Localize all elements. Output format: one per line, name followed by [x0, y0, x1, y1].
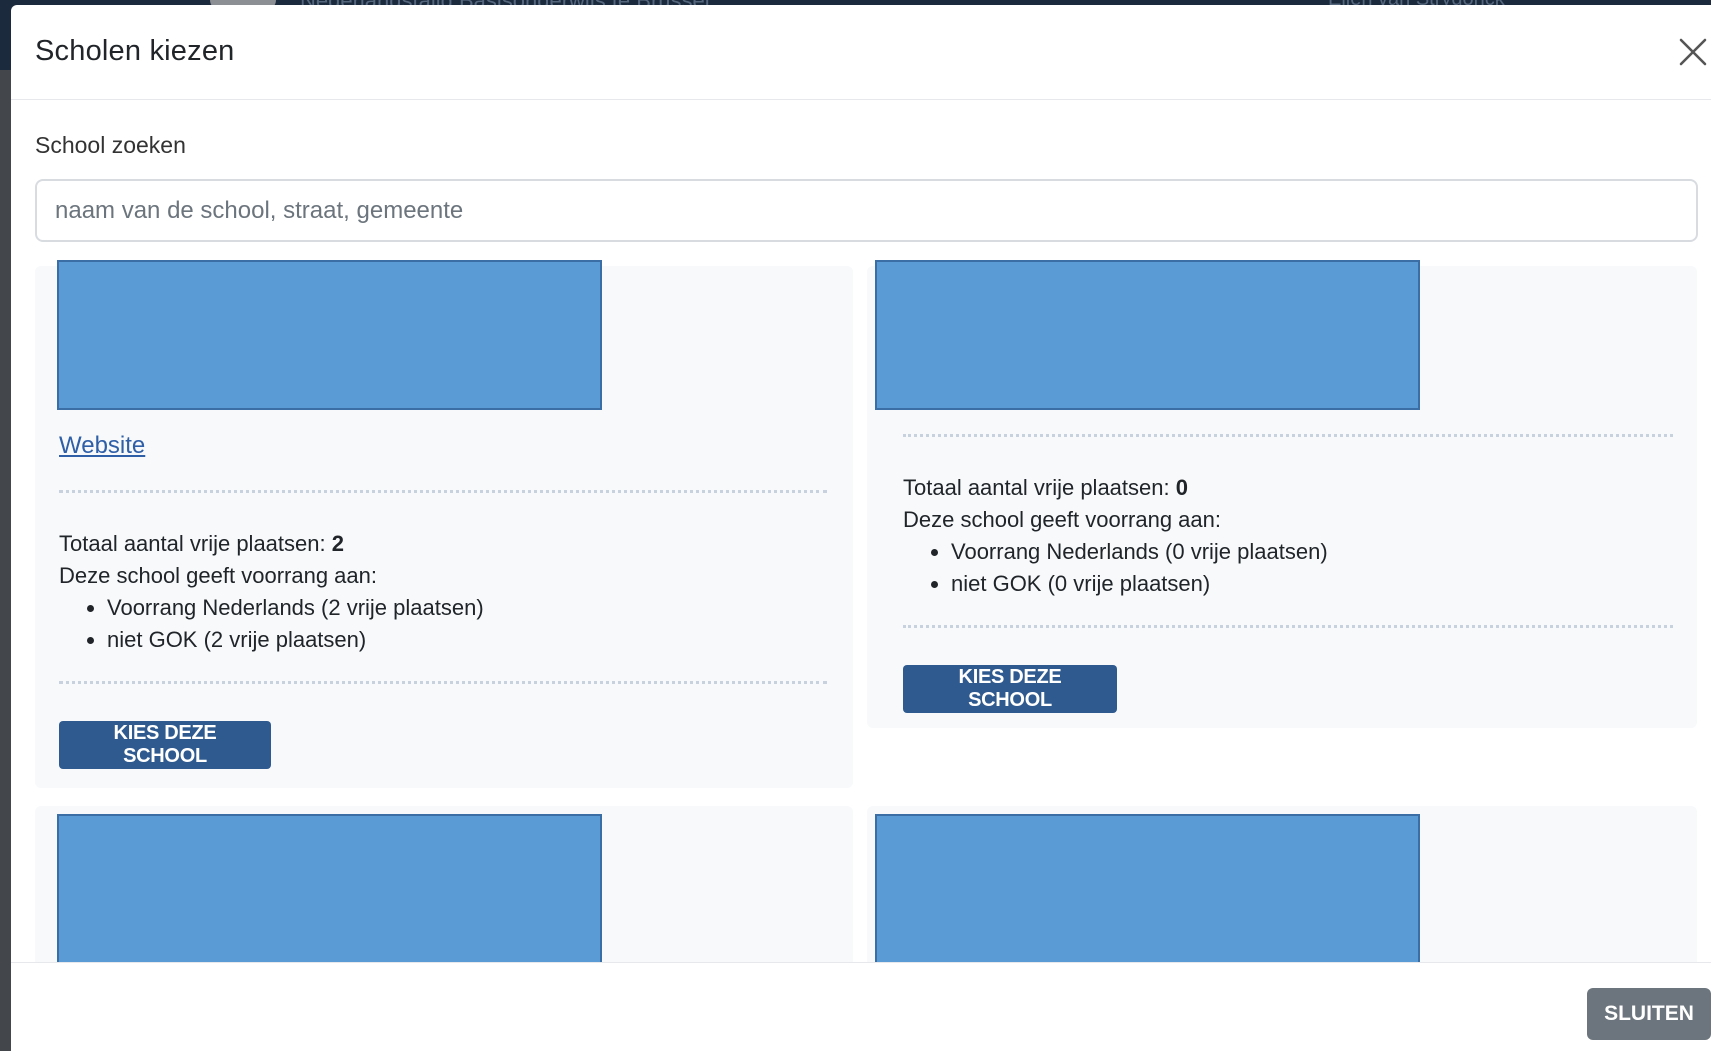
school-info: Totaal aantal vrije plaatsen: 0 Deze sch…	[903, 472, 1328, 600]
close-button[interactable]	[1675, 35, 1711, 71]
school-image	[57, 814, 602, 962]
school-card: Website Totaal aantal vrije plaatsen: 2 …	[35, 260, 853, 788]
school-search-input[interactable]	[35, 179, 1698, 242]
priority-label: Deze school geeft voorrang aan:	[903, 507, 1221, 532]
divider	[903, 625, 1673, 628]
modal-title: Scholen kiezen	[35, 35, 235, 67]
priority-item: niet GOK (2 vrije plaatsen)	[107, 624, 484, 656]
total-free-places: Totaal aantal vrije plaatsen: 2	[59, 531, 344, 556]
school-image	[875, 814, 1420, 962]
modal-body: School zoeken Website Totaal aantal vrij…	[11, 100, 1711, 962]
priority-item: Voorrang Nederlands (0 vrije plaatsen)	[951, 536, 1328, 568]
close-modal-button[interactable]: SLUITEN	[1587, 988, 1711, 1040]
priority-list: Voorrang Nederlands (0 vrije plaatsen) n…	[903, 536, 1328, 600]
modal-footer: SLUITEN	[11, 962, 1711, 1051]
school-card: Totaal aantal vrije plaatsen: 0 Deze sch…	[867, 260, 1697, 728]
school-website-link[interactable]: Website	[59, 432, 145, 460]
school-image	[875, 260, 1420, 410]
divider	[59, 681, 827, 684]
search-label: School zoeken	[35, 132, 186, 158]
background-sidebar	[0, 70, 11, 1051]
modal-header: Scholen kiezen	[11, 5, 1711, 100]
close-icon	[1679, 38, 1707, 65]
choose-school-button[interactable]: KIES DEZE SCHOOL	[903, 665, 1117, 713]
total-free-places: Totaal aantal vrije plaatsen: 0	[903, 475, 1188, 500]
choose-school-button[interactable]: KIES DEZE SCHOOL	[59, 721, 271, 769]
priority-label: Deze school geeft voorrang aan:	[59, 563, 377, 588]
choose-schools-modal: Scholen kiezen School zoeken Website Tot…	[11, 5, 1711, 1051]
priority-item: Voorrang Nederlands (2 vrije plaatsen)	[107, 592, 484, 624]
priority-list: Voorrang Nederlands (2 vrije plaatsen) n…	[59, 592, 484, 656]
divider	[59, 490, 827, 493]
school-card	[867, 806, 1697, 962]
total-free-places-value: 0	[1175, 475, 1188, 500]
divider	[903, 434, 1673, 437]
school-card	[35, 806, 853, 962]
priority-item: niet GOK (0 vrije plaatsen)	[951, 568, 1328, 600]
school-info: Totaal aantal vrije plaatsen: 2 Deze sch…	[59, 528, 484, 656]
school-image	[57, 260, 602, 410]
total-free-places-value: 2	[331, 531, 344, 556]
